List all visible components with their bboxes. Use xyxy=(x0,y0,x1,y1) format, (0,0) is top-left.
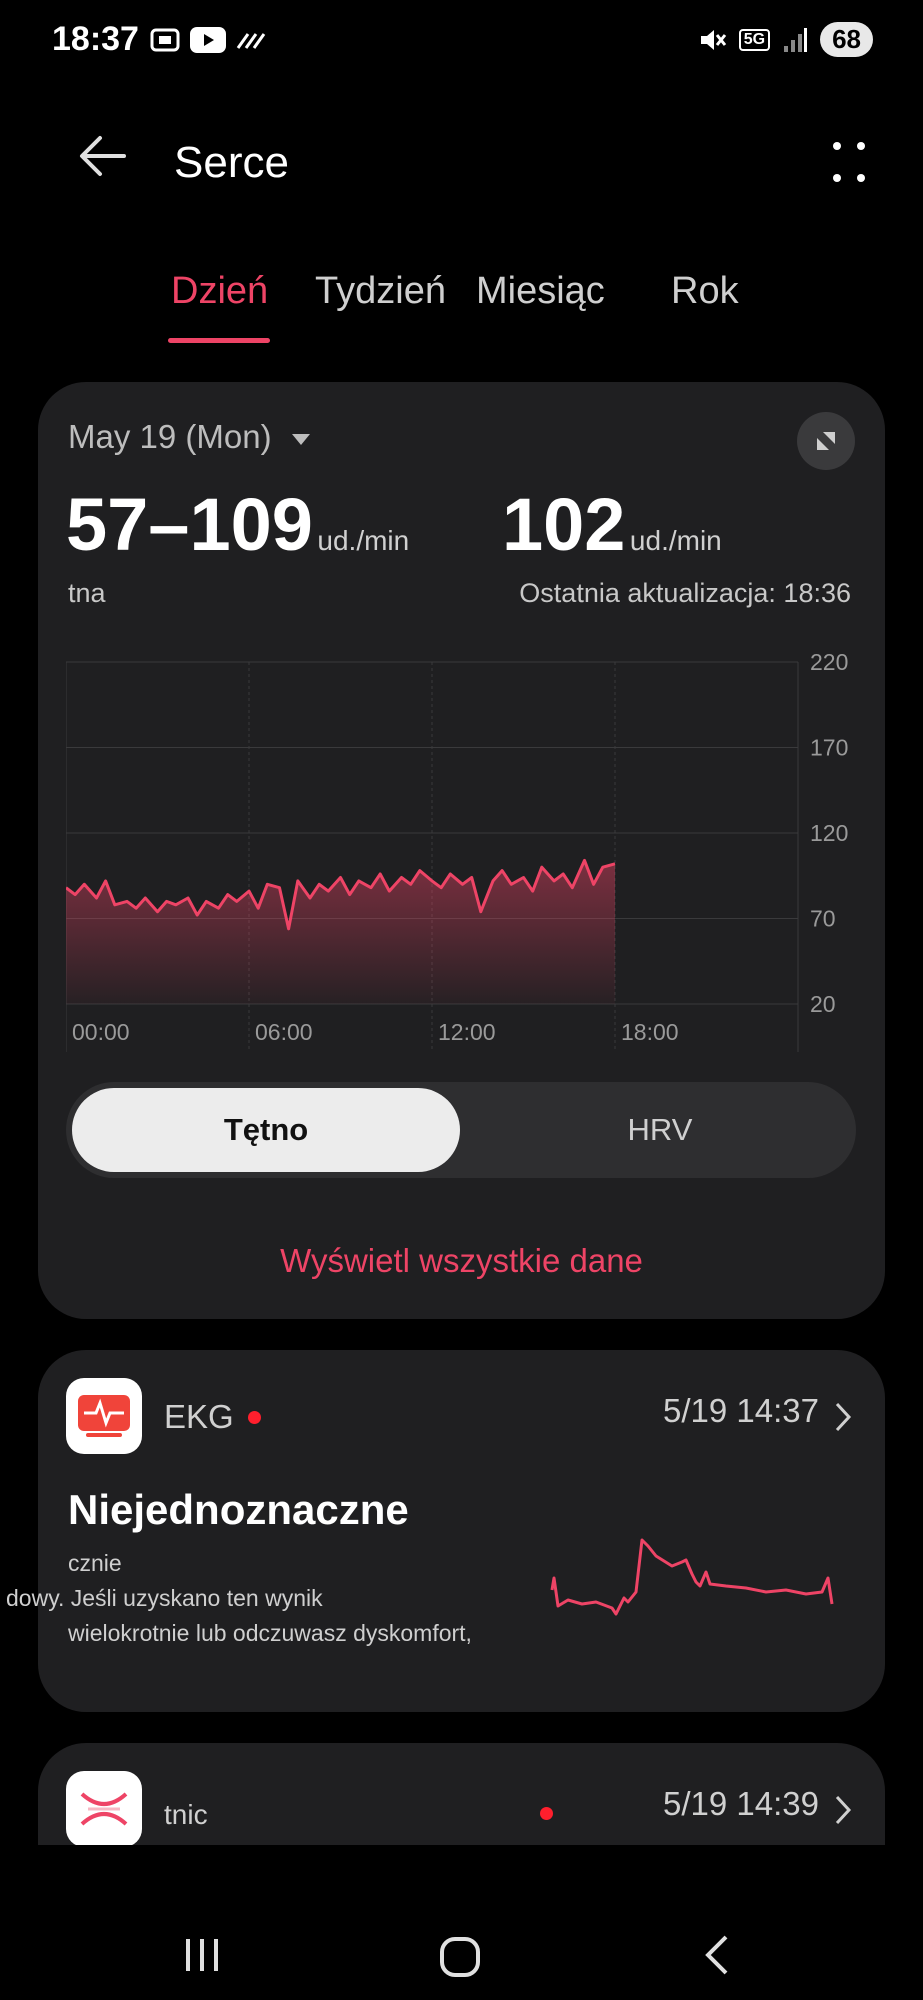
more-options-icon[interactable] xyxy=(831,140,867,184)
latest-caption: Ostatnia aktualizacja: 18:36 xyxy=(519,578,851,608)
tab-day[interactable]: Dzień xyxy=(171,270,268,313)
view-all-data-link[interactable]: Wyświetl wszystkie dane xyxy=(38,1242,885,1280)
new-indicator-dot xyxy=(247,1410,261,1424)
home-icon[interactable] xyxy=(438,1935,482,1979)
y-tick-label: 20 xyxy=(810,991,836,1017)
mute-icon xyxy=(700,29,726,50)
page-title: Serce xyxy=(174,138,289,187)
y-tick-label: 220 xyxy=(810,652,848,675)
record-app-icon xyxy=(66,1771,142,1847)
latest-block: 102 ud./min xyxy=(502,482,722,567)
ekg-result: Niejednoznaczne xyxy=(68,1486,409,1533)
metric-toggle: Tętno HRV xyxy=(66,1082,856,1178)
ekg-waveform xyxy=(550,1538,834,1616)
x-tick-label: 00:00 xyxy=(72,1019,130,1045)
heart-rate-chart: 220 170 120 70 20 00:00 06:00 12:00 18:00 xyxy=(66,652,848,1052)
chevron-right-icon[interactable] xyxy=(833,1793,853,1827)
status-time: 18:37 xyxy=(52,20,139,58)
network-5g-label: 5G xyxy=(738,28,771,51)
ekg-app-icon xyxy=(66,1378,142,1454)
ekg-card-title: EKG xyxy=(164,1398,261,1436)
ekg-timestamp: 5/19 14:37 xyxy=(663,1392,819,1429)
signal-icon xyxy=(784,27,808,52)
date-label: May 19 (Mon) xyxy=(68,418,272,455)
heart-rate-area xyxy=(66,860,615,1004)
record-indicator-dot xyxy=(540,1807,553,1820)
back-arrow-icon[interactable] xyxy=(78,134,128,178)
tab-month[interactable]: Miesiąc xyxy=(476,270,605,313)
youtube-icon xyxy=(190,27,226,53)
toggle-heart-rate[interactable]: Tętno xyxy=(72,1088,460,1172)
y-tick-label: 70 xyxy=(810,906,836,932)
dropdown-caret-icon xyxy=(291,433,310,445)
latest-unit: ud./min xyxy=(629,525,722,556)
tab-active-indicator xyxy=(168,338,270,343)
period-tabs: Dzień Tydzień Miesiąc Rok xyxy=(0,270,923,350)
battery-indicator: 68 xyxy=(820,22,873,57)
chevron-right-icon[interactable] xyxy=(833,1400,853,1434)
record-timestamp: 5/19 14:39 xyxy=(663,1785,819,1822)
x-tick-label: 18:00 xyxy=(621,1019,679,1045)
expand-button[interactable] xyxy=(797,412,855,470)
tab-year[interactable]: Rok xyxy=(671,270,739,313)
back-nav-icon[interactable] xyxy=(702,1933,732,1977)
latest-value: 102 xyxy=(502,483,626,566)
ekg-desc-line-2: dowy. Jeśli uzyskano ten wynik xyxy=(6,1585,323,1611)
ekg-card[interactable]: EKG 5/19 14:37 Niejednoznaczne cznie dow… xyxy=(6,1350,885,1712)
range-caption: tna xyxy=(68,578,106,608)
heart-rate-card: May 19 (Mon) 57–109 ud./min tna 102 ud./… xyxy=(38,382,885,1319)
ekg-desc-line-1: cznie xyxy=(68,1550,122,1576)
tab-week[interactable]: Tydzień xyxy=(315,270,446,313)
range-value: 57–109 xyxy=(66,483,313,566)
date-selector[interactable]: May 19 (Mon) xyxy=(68,418,310,456)
x-tick-label: 12:00 xyxy=(438,1019,496,1045)
toggle-hrv[interactable]: HRV xyxy=(466,1088,854,1172)
system-nav-bar xyxy=(0,1845,923,2000)
screenshot-icon xyxy=(150,28,180,52)
ekg-card-name: EKG xyxy=(164,1398,234,1435)
range-block: 57–109 ud./min xyxy=(66,482,409,567)
recent-apps-icon[interactable] xyxy=(182,1935,222,1975)
y-tick-label: 120 xyxy=(810,820,848,846)
x-tick-label: 06:00 xyxy=(255,1019,313,1045)
expand-icon xyxy=(817,432,835,450)
status-icons-right: 5G 68 xyxy=(697,22,873,57)
range-unit: ud./min xyxy=(317,525,410,556)
data-sync-icon xyxy=(236,33,266,49)
y-tick-label: 170 xyxy=(810,735,848,761)
record-card-name: tnic xyxy=(164,1799,208,1830)
status-icons-left xyxy=(150,26,266,54)
ekg-desc-line-3: wielokrotnie lub odczuwasz dyskomfort, xyxy=(68,1620,472,1646)
